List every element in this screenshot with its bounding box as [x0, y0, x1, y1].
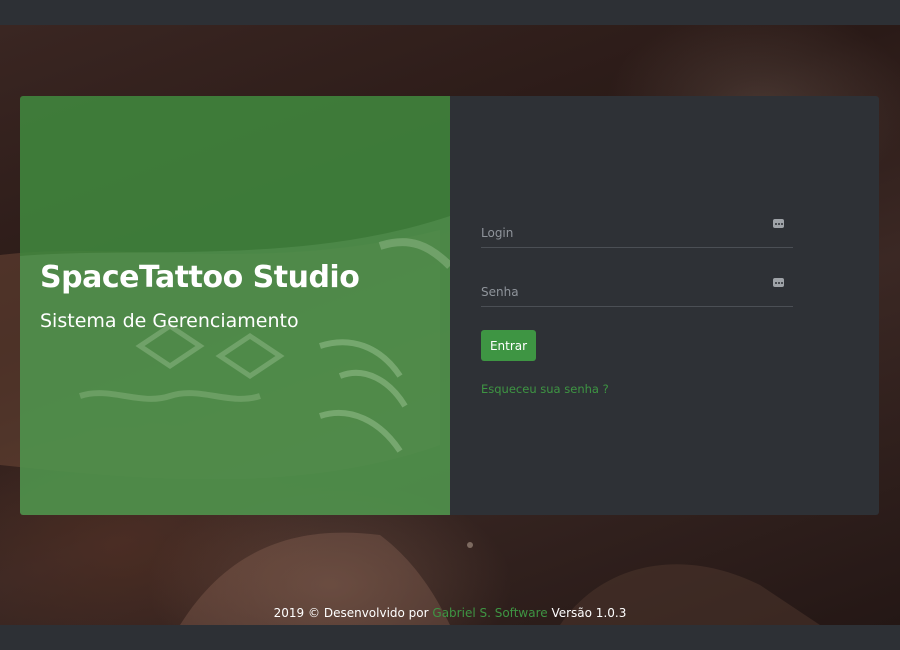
- brand-title: SpaceTattoo Studio: [40, 260, 360, 295]
- tattoo-pattern: [20, 216, 450, 515]
- brand-subtitle: Sistema de Gerenciamento: [40, 310, 299, 332]
- login-input[interactable]: [481, 223, 761, 243]
- password-input[interactable]: [481, 282, 761, 302]
- login-card: SpaceTattoo Studio Sistema de Gerenciame…: [20, 96, 879, 515]
- footer-version: Versão 1.0.3: [551, 606, 627, 620]
- brand-panel: SpaceTattoo Studio Sistema de Gerenciame…: [20, 96, 450, 515]
- login-panel: Entrar Esqueceu sua senha ?: [450, 96, 879, 515]
- password-dots-icon[interactable]: [773, 219, 784, 228]
- password-field: [481, 274, 793, 307]
- login-field: [481, 215, 793, 248]
- top-bar: [0, 0, 900, 25]
- footer: 2019 © Desenvolvido por Gabriel S. Softw…: [0, 606, 900, 620]
- footer-prefix: 2019 © Desenvolvido por: [273, 606, 429, 620]
- bottom-bar: [0, 625, 900, 650]
- footer-author-link[interactable]: Gabriel S. Software: [432, 606, 547, 620]
- forgot-password-link[interactable]: Esqueceu sua senha ?: [481, 382, 609, 396]
- login-button[interactable]: Entrar: [481, 330, 536, 361]
- password-dots-icon[interactable]: [773, 278, 784, 287]
